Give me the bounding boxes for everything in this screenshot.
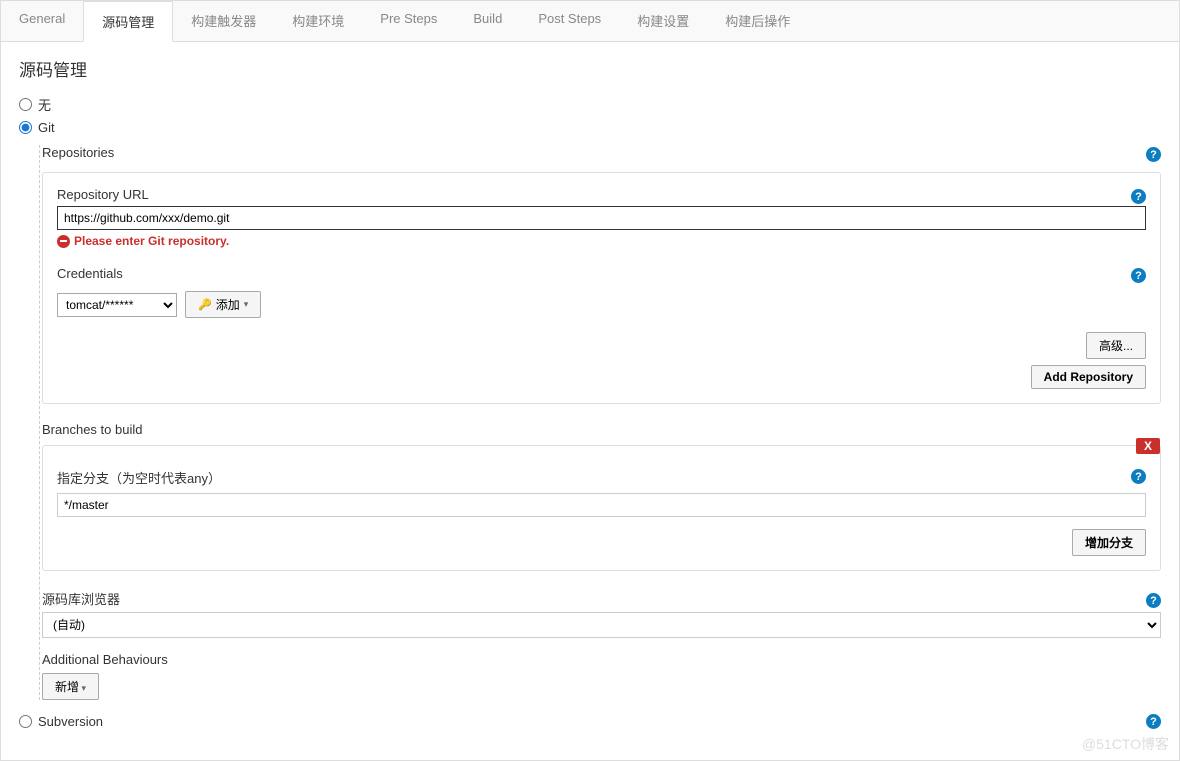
radio-subversion[interactable] <box>19 715 32 728</box>
help-icon[interactable] <box>1131 268 1146 283</box>
help-icon[interactable] <box>1146 593 1161 608</box>
branches-label: Branches to build <box>42 422 1161 437</box>
tab-build-settings[interactable]: 构建设置 <box>619 1 707 41</box>
add-repository-button[interactable]: Add Repository <box>1031 365 1146 389</box>
repo-browser-select[interactable]: (自动) <box>42 612 1161 638</box>
section-title: 源码管理 <box>19 56 1161 81</box>
repo-url-error: Please enter Git repository. <box>74 234 229 248</box>
watermark: @51CTO博客 <box>1082 734 1169 754</box>
error-icon <box>57 235 70 248</box>
tab-pre-steps[interactable]: Pre Steps <box>362 1 455 41</box>
repo-browser-label: 源码库浏览器 <box>42 589 120 608</box>
tab-build[interactable]: Build <box>455 1 520 41</box>
key-icon: 🔑 <box>198 298 212 311</box>
advanced-button[interactable]: 高级... <box>1086 332 1146 359</box>
add-branch-button[interactable]: 增加分支 <box>1072 529 1146 556</box>
tab-scm[interactable]: 源码管理 <box>83 1 173 42</box>
radio-none[interactable] <box>19 98 32 111</box>
delete-branch-button[interactable]: X <box>1136 438 1160 454</box>
help-icon[interactable] <box>1131 469 1146 484</box>
help-icon[interactable] <box>1131 189 1146 204</box>
config-tabs: General 源码管理 构建触发器 构建环境 Pre Steps Build … <box>1 1 1179 42</box>
tab-build-env[interactable]: 构建环境 <box>274 1 362 41</box>
radio-git-label: Git <box>38 120 55 135</box>
help-icon[interactable] <box>1146 714 1161 729</box>
additional-behaviours-label: Additional Behaviours <box>42 652 1161 667</box>
tab-post-steps[interactable]: Post Steps <box>520 1 619 41</box>
repositories-label: Repositories <box>42 145 114 160</box>
branch-spec-label: 指定分支（为空时代表any） <box>57 468 221 487</box>
radio-git[interactable] <box>19 121 32 134</box>
tab-general[interactable]: General <box>1 1 83 41</box>
add-behaviour-button[interactable]: 新增 <box>42 673 99 700</box>
help-icon[interactable] <box>1146 147 1161 162</box>
add-credentials-button[interactable]: 🔑 添加 <box>185 291 261 318</box>
repo-url-input[interactable] <box>57 206 1146 230</box>
credentials-select[interactable]: tomcat/****** <box>57 293 177 317</box>
radio-none-label: 无 <box>38 95 51 114</box>
tab-post-build[interactable]: 构建后操作 <box>707 1 808 41</box>
credentials-label: Credentials <box>57 266 123 281</box>
branch-spec-input[interactable] <box>57 493 1146 517</box>
repo-url-label: Repository URL <box>57 187 149 202</box>
radio-subversion-label: Subversion <box>38 714 103 729</box>
tab-triggers[interactable]: 构建触发器 <box>173 1 274 41</box>
